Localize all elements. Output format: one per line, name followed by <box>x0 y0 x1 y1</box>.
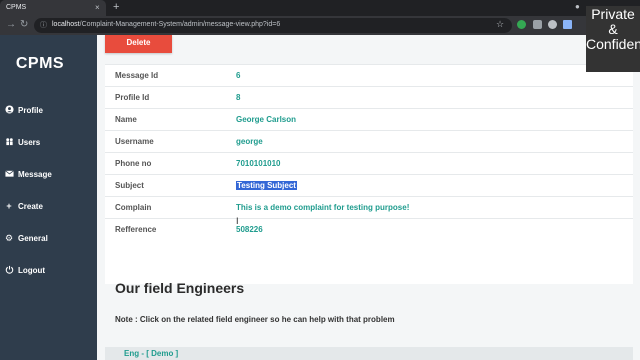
sidebar-item-general[interactable]: ⚙ General <box>4 231 48 245</box>
confidential-watermark: Private & Confidential <box>586 6 640 72</box>
detail-row: Complain This is a demo complaint for te… <box>105 196 633 218</box>
browser-tab[interactable]: CPMS × <box>0 0 106 16</box>
detail-value: 508226 <box>236 225 263 234</box>
detail-value: george <box>236 137 263 146</box>
detail-value-selected[interactable]: Testing Subject <box>236 181 297 190</box>
sidebar-item-label: Users <box>18 137 41 147</box>
power-icon <box>4 265 14 276</box>
user-icon <box>4 104 14 116</box>
detail-row: Message Id 6 <box>105 64 633 86</box>
mouse-cursor-icon: I <box>236 216 239 226</box>
detail-value: 7010101010 <box>236 159 281 168</box>
sidebar-item-profile[interactable]: Profile <box>4 103 43 117</box>
message-details-card: Message Id 6 Profile Id 8 Name George Ca… <box>105 64 633 284</box>
engineer-note: Note : Click on the related field engine… <box>115 315 395 324</box>
tab-title: CPMS <box>6 4 27 11</box>
sidebar-item-label: Profile <box>18 105 43 115</box>
gear-icon: ⚙ <box>4 232 14 243</box>
tab-close-icon[interactable]: × <box>95 3 100 12</box>
detail-row: Phone no 7010101010 <box>105 152 633 174</box>
engineer-list-item[interactable]: Eng - [ Demo ] <box>105 347 633 360</box>
detail-label: Refference <box>115 225 157 234</box>
sidebar-item-label: Message <box>18 169 52 179</box>
browser-toolbar: → ↻ ⓘ localhost/Complaint-Management-Sys… <box>0 16 640 35</box>
forward-icon[interactable]: → <box>6 19 16 30</box>
detail-row: Profile Id 8 <box>105 86 633 108</box>
sidebar-item-label: General <box>18 233 48 243</box>
pen-extension-icon[interactable] <box>563 20 572 29</box>
url-path: /Complaint-Management-System/admin/messa… <box>79 21 281 28</box>
camera-extension-icon[interactable] <box>533 20 542 29</box>
bookmark-star-icon[interactable]: ☆ <box>496 19 504 30</box>
section-title: Our field Engineers <box>115 280 245 296</box>
detail-value: This is a demo complaint for testing pur… <box>236 203 410 212</box>
detail-value: George Carlson <box>236 115 297 124</box>
sidebar: CPMS Profile Users Message + Create ⚙ Ge… <box>0 35 97 360</box>
extension-icon[interactable] <box>517 20 526 29</box>
envelope-icon <box>4 169 14 180</box>
users-icon <box>4 137 14 148</box>
cloud-extension-icon[interactable] <box>548 20 557 29</box>
detail-label: Username <box>115 137 154 146</box>
detail-label: Complain <box>115 203 152 212</box>
detail-value: 6 <box>236 71 241 80</box>
sidebar-item-logout[interactable]: Logout <box>4 263 45 277</box>
sidebar-item-label: Logout <box>18 265 46 275</box>
detail-label: Message Id <box>115 71 159 80</box>
sidebar-item-create[interactable]: + Create <box>4 199 43 213</box>
profile-icon[interactable]: ● <box>575 2 580 11</box>
sidebar-item-label: Create <box>18 201 43 211</box>
engineer-link[interactable]: Eng - [ Demo ] <box>124 349 178 358</box>
url-host: localhost <box>52 21 80 28</box>
new-tab-icon[interactable]: + <box>113 1 119 13</box>
detail-label: Subject <box>115 181 144 190</box>
brand-logo[interactable]: CPMS <box>0 55 80 73</box>
reload-icon[interactable]: ↻ <box>20 19 28 30</box>
plus-icon: + <box>6 201 12 211</box>
detail-row: Refference 508226 <box>105 218 633 240</box>
address-bar[interactable]: ⓘ localhost/Complaint-Management-System/… <box>34 18 512 33</box>
detail-row: Subject Testing Subject <box>105 174 633 196</box>
detail-label: Phone no <box>115 159 152 168</box>
main-content: Delete Message Id 6 Profile Id 8 Name Ge… <box>97 35 640 360</box>
delete-button[interactable]: Delete <box>105 35 172 53</box>
sidebar-item-message[interactable]: Message <box>4 167 52 181</box>
detail-label: Name <box>115 115 137 124</box>
sidebar-item-users[interactable]: Users <box>4 135 40 149</box>
detail-label: Profile Id <box>115 93 150 102</box>
browser-tab-bar: CPMS × + ● <box>0 0 640 16</box>
detail-value: 8 <box>236 93 241 102</box>
detail-row: Username george <box>105 130 633 152</box>
detail-row: Name George Carlson <box>105 108 633 130</box>
info-icon[interactable]: ⓘ <box>40 20 47 30</box>
